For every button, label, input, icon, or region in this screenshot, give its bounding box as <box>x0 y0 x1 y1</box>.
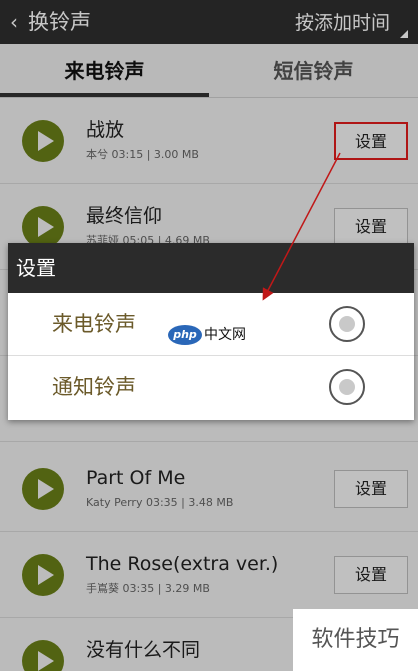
corner-badge: 软件技巧 <box>293 609 418 671</box>
dialog-title: 设置 <box>8 243 414 293</box>
option-label: 来电铃声 <box>52 312 136 336</box>
watermark-text: 中文网 <box>204 327 246 343</box>
php-logo-icon: php <box>168 325 202 345</box>
radio-button[interactable] <box>329 369 365 405</box>
option-notification-ringtone[interactable]: 通知铃声 <box>8 356 414 419</box>
option-label: 通知铃声 <box>52 375 136 399</box>
option-incoming-ringtone[interactable]: 来电铃声 <box>8 293 414 356</box>
radio-button[interactable] <box>329 306 365 342</box>
